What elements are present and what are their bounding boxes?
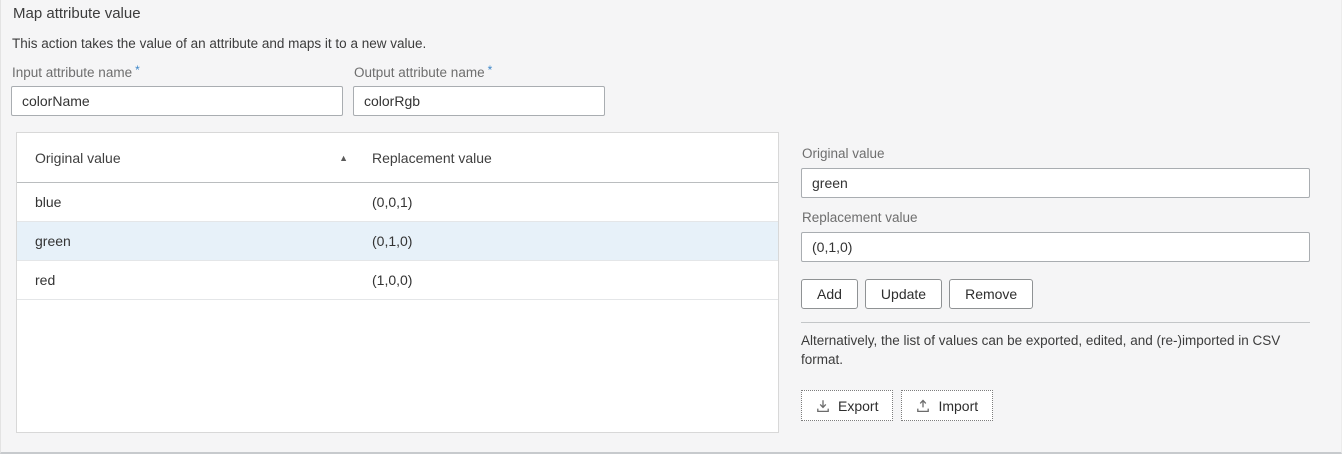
editor-original-value-field[interactable] (801, 168, 1310, 198)
required-asterisk: * (135, 63, 140, 77)
editor-original-value-label: Original value (802, 146, 885, 161)
editor-button-row: Add Update Remove (801, 279, 1033, 309)
export-button-label: Export (838, 398, 878, 414)
editor-replacement-value-label: Replacement value (802, 210, 918, 225)
remove-button[interactable]: Remove (949, 279, 1033, 309)
upload-icon (916, 399, 930, 413)
original-value-cell: blue (17, 194, 354, 210)
csv-note-text: Alternatively, the list of values can be… (801, 331, 1315, 369)
map-attribute-value-page: Map attribute value This action takes th… (0, 0, 1342, 459)
output-attribute-label-text: Output attribute name (354, 65, 485, 80)
import-button-label: Import (938, 398, 978, 414)
column-header-original-value[interactable]: Original value ▲ (17, 150, 354, 166)
original-value-cell: green (17, 233, 354, 249)
original-value-header-label: Original value (35, 150, 121, 166)
editor-replacement-value-field[interactable] (801, 232, 1310, 262)
csv-button-row: Export Import (801, 390, 993, 421)
download-icon (816, 399, 830, 413)
add-button[interactable]: Add (801, 279, 858, 309)
input-attribute-label-text: Input attribute name (12, 65, 132, 80)
replacement-value-cell: (0,1,0) (354, 233, 412, 249)
table-row[interactable]: green(0,1,0) (17, 222, 778, 261)
value-mapping-table: Original value ▲ Replacement value blue(… (16, 132, 779, 433)
column-header-replacement-value[interactable]: Replacement value (354, 150, 492, 166)
input-attribute-field[interactable] (11, 86, 343, 116)
mapping-table-body: blue(0,0,1)green(0,1,0)red(1,0,0) (17, 183, 778, 300)
import-button[interactable]: Import (901, 390, 993, 421)
export-button[interactable]: Export (801, 390, 893, 421)
replacement-value-cell: (0,0,1) (354, 194, 412, 210)
output-attribute-field[interactable] (353, 86, 605, 116)
page-title: Map attribute value (13, 5, 141, 22)
original-value-cell: red (17, 272, 354, 288)
csv-section-divider (801, 322, 1310, 323)
page-description: This action takes the value of an attrib… (12, 36, 426, 51)
sort-ascending-icon[interactable]: ▲ (339, 153, 354, 163)
table-header-row: Original value ▲ Replacement value (17, 133, 778, 183)
update-button[interactable]: Update (865, 279, 942, 309)
table-row[interactable]: red(1,0,0) (17, 261, 778, 300)
table-row[interactable]: blue(0,0,1) (17, 183, 778, 222)
required-asterisk: * (488, 63, 493, 77)
input-attribute-label: Input attribute name* (12, 63, 140, 80)
output-attribute-label: Output attribute name* (354, 63, 492, 80)
replacement-value-cell: (1,0,0) (354, 272, 412, 288)
map-attribute-value-panel: Map attribute value This action takes th… (0, 0, 1342, 454)
replacement-value-header-label: Replacement value (372, 150, 492, 166)
